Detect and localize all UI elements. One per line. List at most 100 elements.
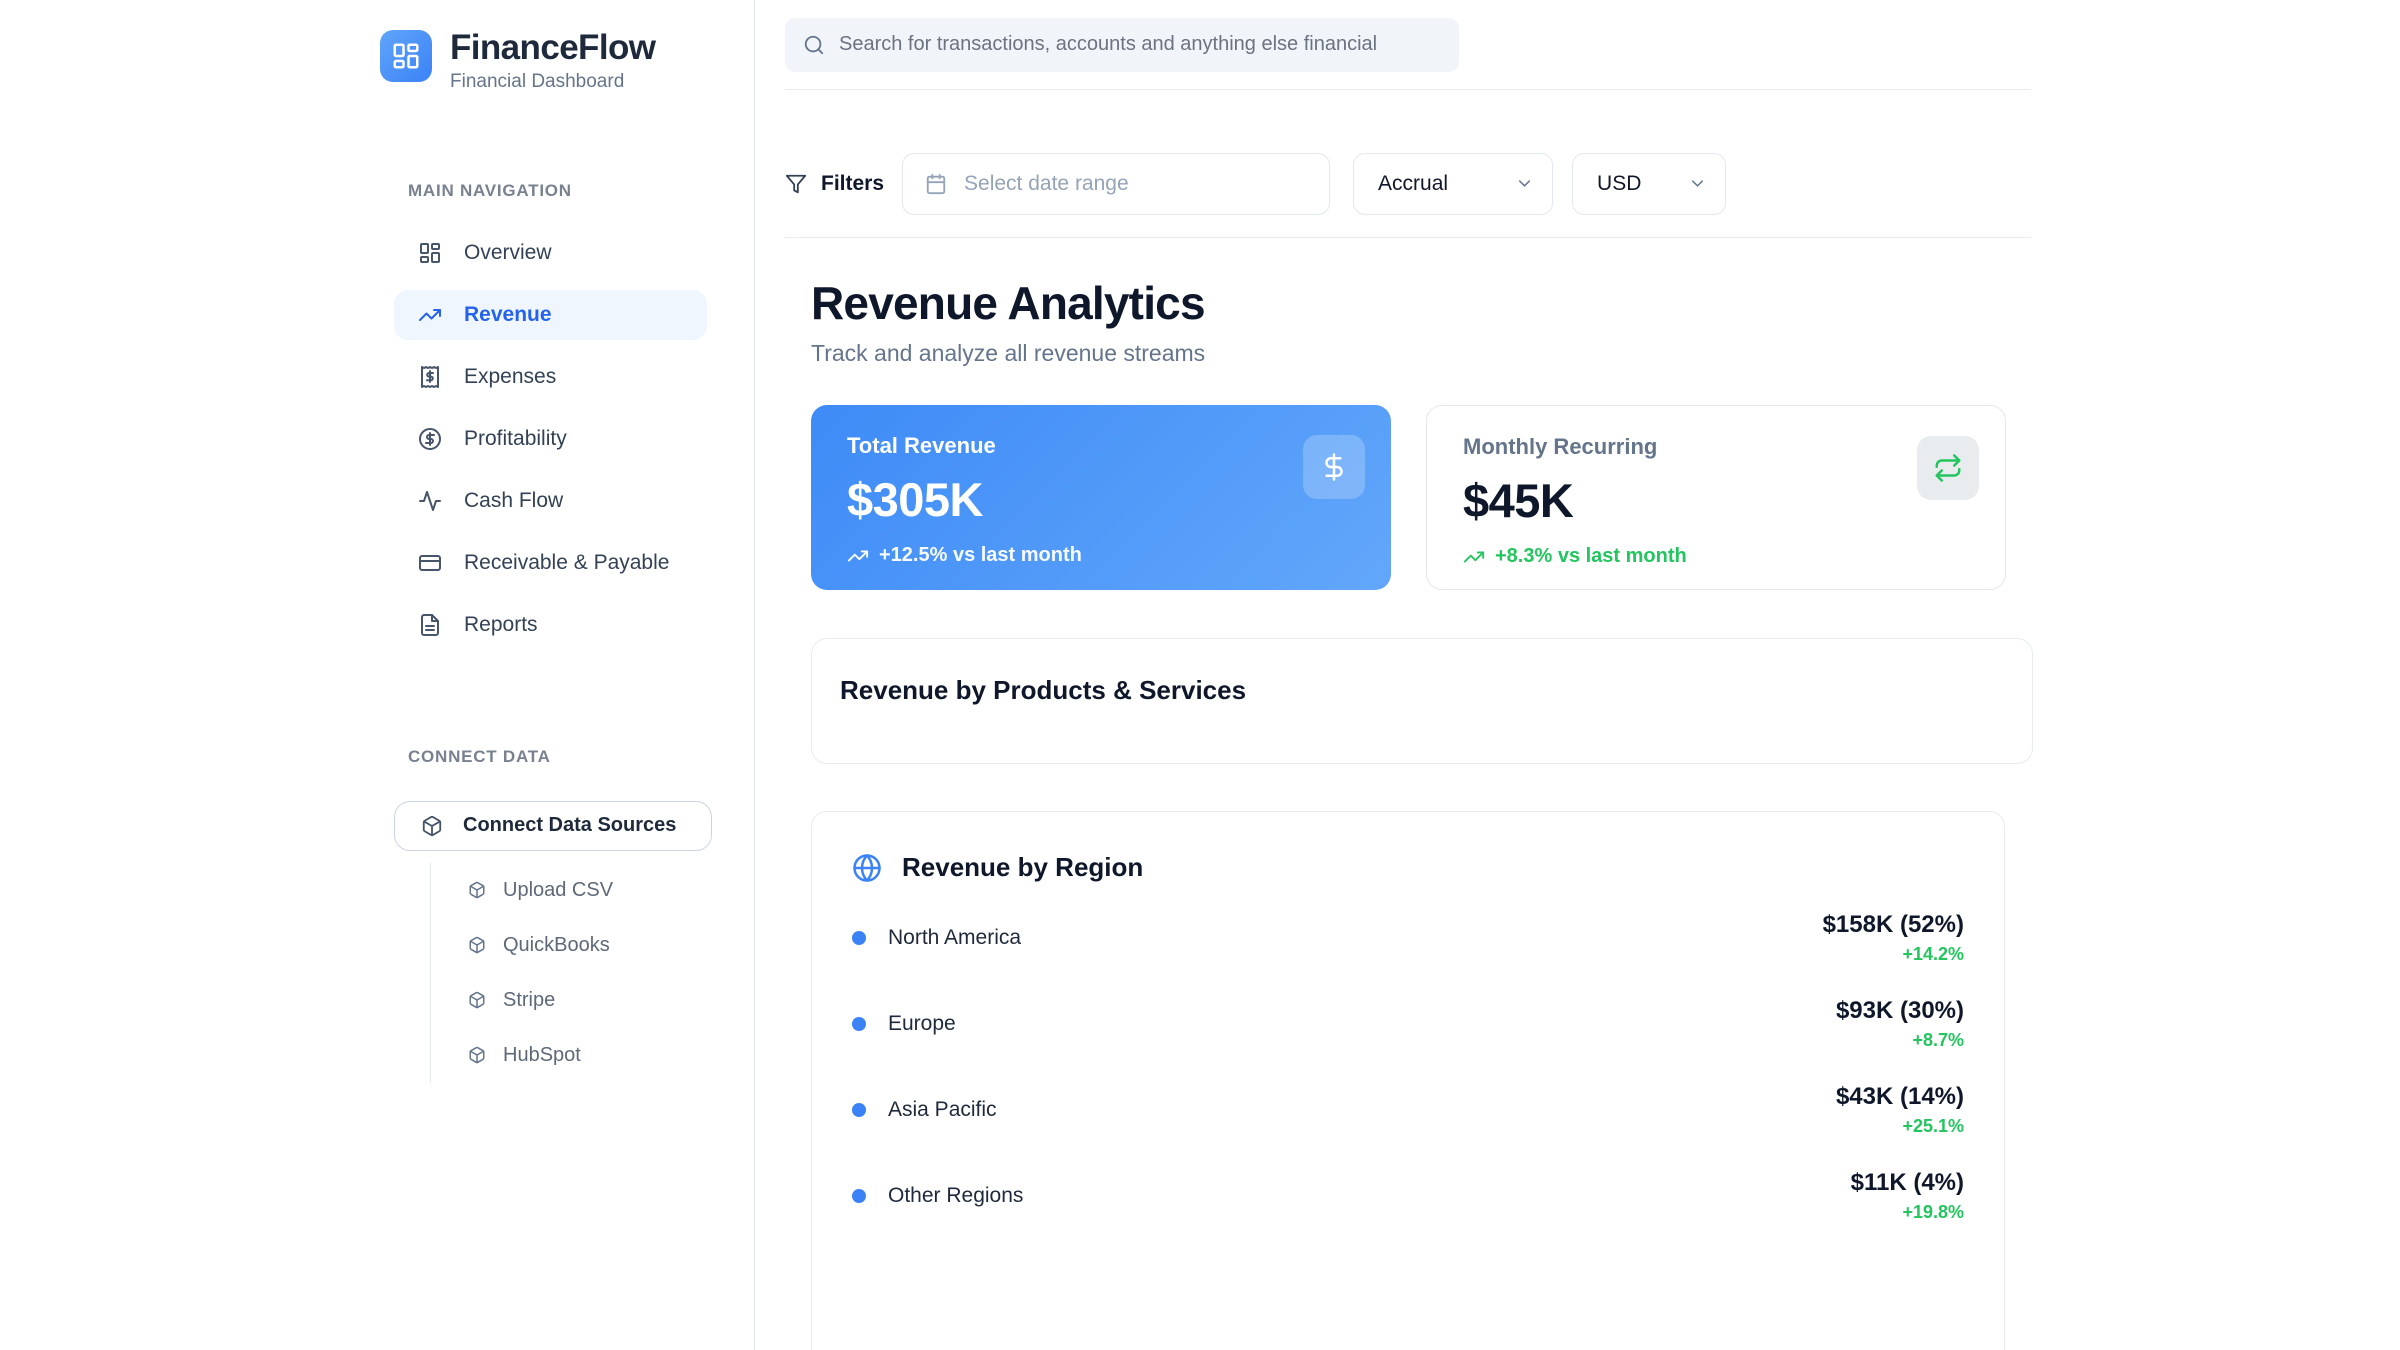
total-revenue-card: Total Revenue $305K +12.5% vs last month <box>811 405 1391 590</box>
main-navigation: Overview Revenue Expenses Profitability … <box>380 228 754 650</box>
receipt-icon <box>418 365 442 389</box>
connect-data-sources-button[interactable]: Connect Data Sources <box>394 801 712 851</box>
stat-delta: +8.3% vs last month <box>1463 545 1979 568</box>
source-item-upload-csv[interactable]: Upload CSV <box>468 863 754 918</box>
search-box <box>785 18 1459 72</box>
sidebar-item-expenses[interactable]: Expenses <box>394 352 707 402</box>
app-logo-icon <box>380 30 432 82</box>
region-row-asia-pacific: Asia Pacific $43K (14%) +25.1% <box>852 1082 1964 1138</box>
region-dot-icon <box>852 1103 866 1117</box>
region-value: $93K (30%) <box>1836 997 1964 1025</box>
region-name: Other Regions <box>888 1184 1023 1208</box>
activity-icon <box>418 489 442 513</box>
calendar-icon <box>925 173 947 195</box>
sidebar-item-profitability[interactable]: Profitability <box>394 414 707 464</box>
region-row-right: $158K (52%) +14.2% <box>1823 911 1964 965</box>
region-row-right: $43K (14%) +25.1% <box>1836 1083 1964 1137</box>
date-range-placeholder: Select date range <box>964 172 1129 196</box>
currency-value: USD <box>1597 172 1641 196</box>
region-row-left: Asia Pacific <box>852 1098 997 1122</box>
sidebar-item-reports[interactable]: Reports <box>394 600 707 650</box>
chevron-down-icon <box>1515 174 1534 193</box>
stat-value: $45K <box>1463 473 1979 528</box>
region-row-right: $11K (4%) +19.8% <box>1851 1169 1964 1223</box>
currency-select[interactable]: USD <box>1572 153 1726 215</box>
region-value: $158K (52%) <box>1823 911 1964 939</box>
region-row-north-america: North America $158K (52%) +14.2% <box>852 910 1964 966</box>
connect-sources-list: Upload CSV QuickBooks Stripe HubSpot <box>430 863 754 1083</box>
sidebar-item-label: Expenses <box>464 365 556 389</box>
search-icon <box>803 34 825 56</box>
stat-delta: +12.5% vs last month <box>847 544 1365 567</box>
box-icon <box>468 991 486 1009</box>
region-row-left: North America <box>852 926 1021 950</box>
dollar-icon <box>1303 435 1365 499</box>
page-subtitle: Track and analyze all revenue streams <box>811 340 2031 367</box>
stat-delta-text: +8.3% vs last month <box>1495 545 1687 568</box>
source-item-label: HubSpot <box>503 1044 581 1067</box>
source-item-hubspot[interactable]: HubSpot <box>468 1028 754 1083</box>
topbar <box>785 0 2031 90</box>
date-range-input[interactable]: Select date range <box>902 153 1330 215</box>
region-dot-icon <box>852 1017 866 1031</box>
region-dot-icon <box>852 1189 866 1203</box>
region-delta: +8.7% <box>1836 1030 1964 1051</box>
sidebar-item-receivable-payable[interactable]: Receivable & Payable <box>394 538 707 588</box>
sidebar-item-cash-flow[interactable]: Cash Flow <box>394 476 707 526</box>
trending-up-icon <box>847 545 869 567</box>
sidebar-item-label: Receivable & Payable <box>464 551 669 575</box>
sidebar-item-label: Reports <box>464 613 538 637</box>
stat-label: Monthly Recurring <box>1463 434 1979 460</box>
region-delta: +14.2% <box>1823 944 1964 965</box>
stat-label: Total Revenue <box>847 433 1365 459</box>
region-row-europe: Europe $93K (30%) +8.7% <box>852 996 1964 1052</box>
region-value: $11K (4%) <box>1851 1169 1964 1197</box>
region-card-header: Revenue by Region <box>852 852 1964 883</box>
stat-value: $305K <box>847 472 1365 527</box>
revenue-by-region-card: Revenue by Region North America $158K (5… <box>811 811 2005 1350</box>
source-item-label: Upload CSV <box>503 879 613 902</box>
sidebar-item-revenue[interactable]: Revenue <box>394 290 707 340</box>
box-icon <box>421 815 443 837</box>
box-icon <box>468 936 486 954</box>
region-card-title: Revenue by Region <box>902 852 1143 883</box>
trending-up-icon <box>1463 546 1485 568</box>
region-name: Europe <box>888 1012 956 1036</box>
search-input[interactable] <box>839 33 1441 56</box>
sidebar-item-overview[interactable]: Overview <box>394 228 707 278</box>
connect-button-label: Connect Data Sources <box>463 814 676 837</box>
file-text-icon <box>418 613 442 637</box>
connect-section-label: CONNECT DATA <box>380 747 754 767</box>
filters-button[interactable]: Filters <box>785 172 884 196</box>
revenue-by-products-card: Revenue by Products & Services <box>811 638 2033 764</box>
region-value: $43K (14%) <box>1836 1083 1964 1111</box>
dashboard-icon <box>418 241 442 265</box>
sidebar-item-label: Cash Flow <box>464 489 563 513</box>
app-root: FinanceFlow Financial Dashboard MAIN NAV… <box>0 0 2400 1350</box>
source-item-quickbooks[interactable]: QuickBooks <box>468 918 754 973</box>
page-title: Revenue Analytics <box>811 276 2031 330</box>
credit-card-icon <box>418 551 442 575</box>
source-item-stripe[interactable]: Stripe <box>468 973 754 1028</box>
accounting-basis-select[interactable]: Accrual <box>1353 153 1553 215</box>
filters-bar: Filters Select date range Accrual USD <box>785 90 2031 238</box>
main-content: Filters Select date range Accrual USD Re… <box>785 0 2031 1350</box>
region-rows: North America $158K (52%) +14.2% Europe <box>852 910 1964 1224</box>
chevron-down-icon <box>1688 174 1707 193</box>
brand: FinanceFlow Financial Dashboard <box>380 30 754 93</box>
sidebar-item-label: Overview <box>464 241 552 265</box>
region-delta: +19.8% <box>1851 1202 1964 1223</box>
region-row-left: Europe <box>852 1012 956 1036</box>
region-row-right: $93K (30%) +8.7% <box>1836 997 1964 1051</box>
region-row-other-regions: Other Regions $11K (4%) +19.8% <box>852 1168 1964 1224</box>
circle-dollar-icon <box>418 427 442 451</box>
stat-delta-text: +12.5% vs last month <box>879 544 1082 567</box>
sidebar-item-label: Revenue <box>464 303 552 327</box>
globe-icon <box>852 853 882 883</box>
trending-up-icon <box>418 303 442 327</box>
sidebar: FinanceFlow Financial Dashboard MAIN NAV… <box>380 0 755 1350</box>
app-subtitle: Financial Dashboard <box>450 71 655 93</box>
source-item-label: QuickBooks <box>503 934 610 957</box>
region-name: North America <box>888 926 1021 950</box>
app-title: FinanceFlow <box>450 30 655 67</box>
